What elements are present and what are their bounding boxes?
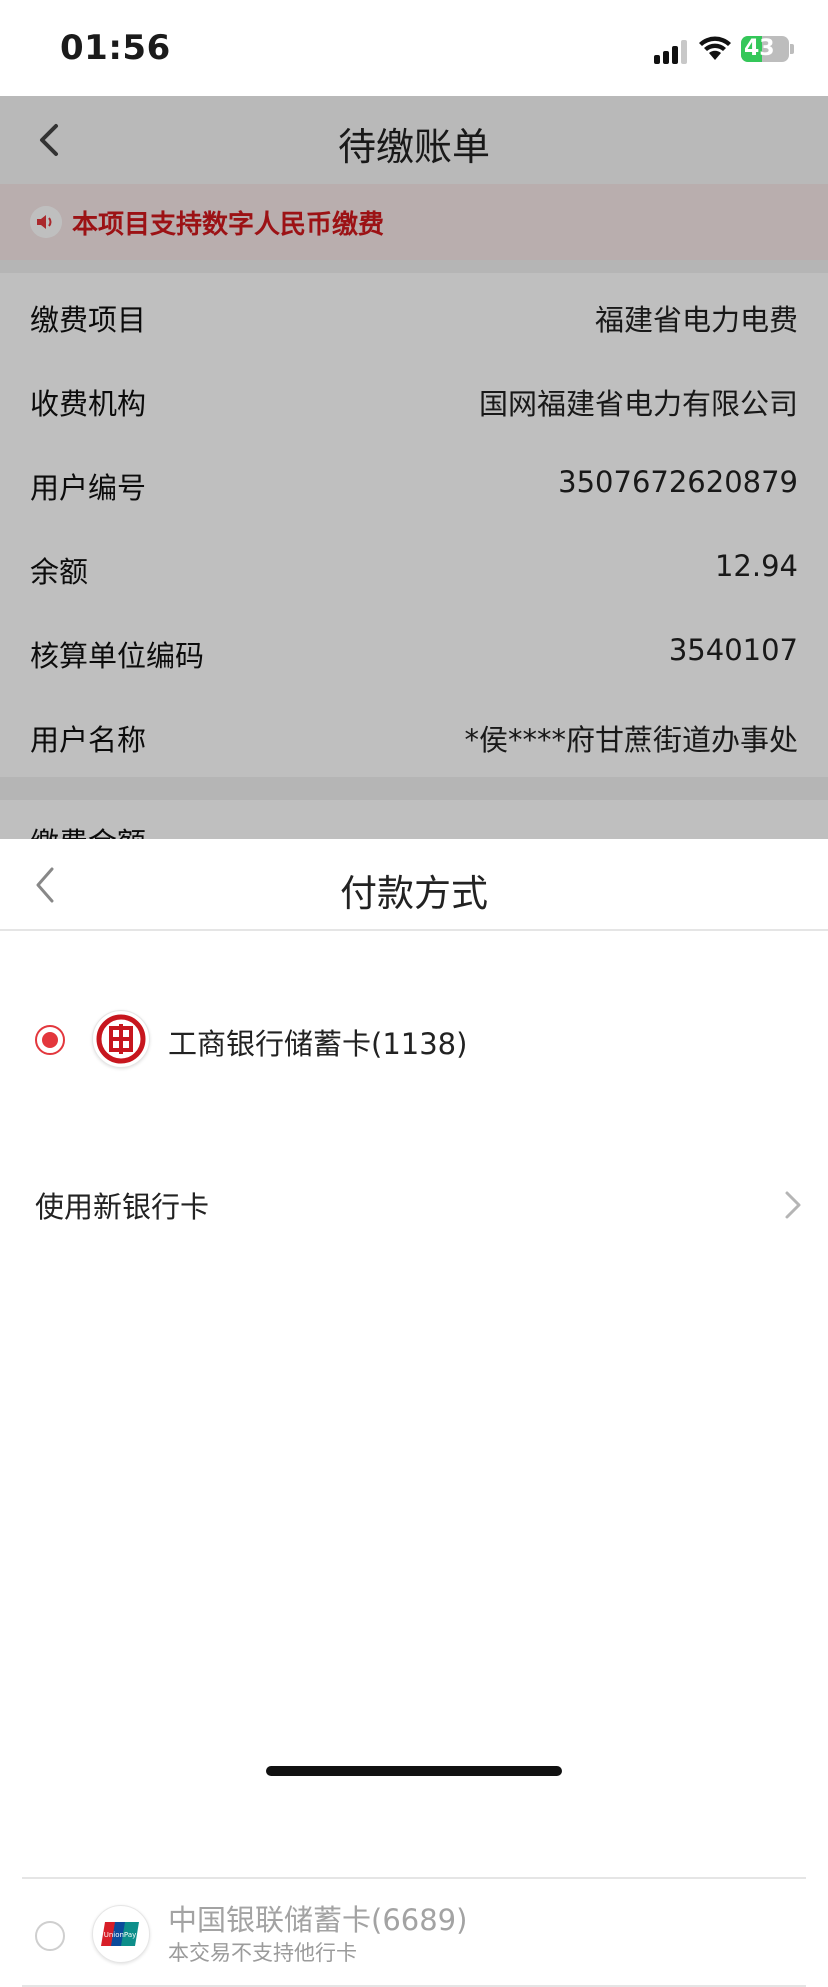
payment-option-icbc[interactable]: 工商银行储蓄卡(1138)	[0, 985, 828, 1093]
sheet-title: 付款方式	[340, 872, 488, 915]
chevron-right-icon	[785, 1191, 801, 1219]
new-card-label: 使用新银行卡	[35, 1190, 210, 1224]
card-name: 中国银联储蓄卡(6689)	[168, 1903, 468, 1937]
payment-option-unionpay[interactable]: UnionPay 中国银联储蓄卡(6689) 本交易不支持他行卡	[0, 1879, 828, 1987]
payment-sheet: 付款方式 工商银行储蓄卡(1138) UnionPay 中国银联储蓄卡(6689…	[0, 839, 828, 1987]
svg-text:UnionPay: UnionPay	[104, 1931, 137, 1939]
radio-unselected[interactable]	[35, 1921, 65, 1951]
status-time: 01:56	[60, 28, 171, 68]
home-indicator[interactable]	[266, 1766, 562, 1776]
card-note: 本交易不支持他行卡	[168, 1941, 357, 1965]
icbc-logo-icon	[92, 1010, 150, 1068]
wifi-icon	[699, 36, 731, 60]
dim-overlay[interactable]	[0, 96, 828, 839]
battery-level: 43	[744, 36, 775, 61]
cellular-signal-icon	[654, 40, 688, 64]
sheet-header: 付款方式	[0, 839, 828, 931]
battery-cap	[790, 44, 794, 54]
radio-selected[interactable]	[35, 1025, 65, 1055]
card-name: 工商银行储蓄卡(1138)	[168, 1027, 468, 1061]
battery-icon: 43	[741, 36, 789, 62]
unionpay-logo-icon: UnionPay	[92, 1905, 150, 1963]
status-bar: 01:56 43	[0, 0, 828, 96]
new-card-row[interactable]: 使用新银行卡	[0, 1148, 828, 1256]
